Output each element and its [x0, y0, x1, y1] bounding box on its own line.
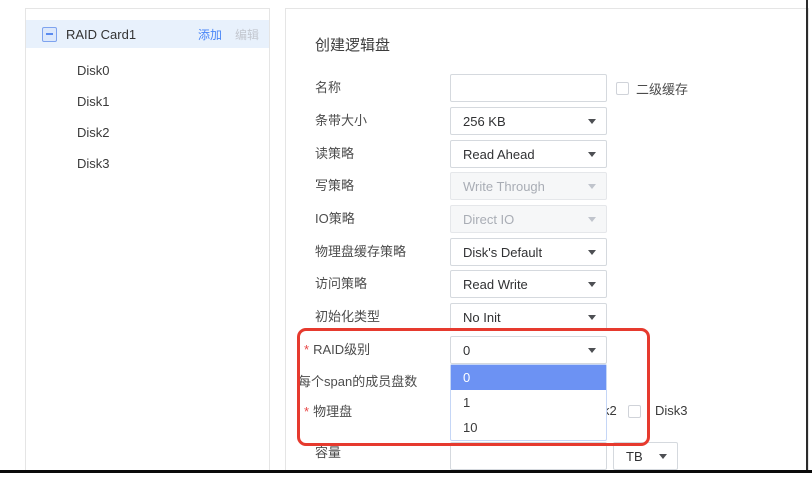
- raid-tree-panel: RAID Card1 添加 编辑 Disk0 Disk1 Disk2 Disk3: [25, 8, 270, 471]
- frame-bottom-border: [0, 470, 812, 473]
- read-policy-value: Read Ahead: [463, 147, 535, 162]
- span-members-label: 每个span的成员盘数: [298, 368, 417, 396]
- chevron-down-icon: [588, 184, 596, 189]
- raid-level-label: * RAID级别: [304, 336, 370, 364]
- init-type-label: 初始化类型: [315, 303, 380, 331]
- sidebar-item-disk3[interactable]: Disk3: [26, 150, 269, 178]
- io-policy-select: Direct IO: [450, 205, 607, 233]
- capacity-unit-value: TB: [626, 449, 643, 464]
- raid-level-value: 0: [463, 343, 470, 358]
- stripe-size-value: 256 KB: [463, 114, 506, 129]
- init-type-select[interactable]: No Init: [450, 303, 607, 331]
- access-policy-value: Read Write: [463, 277, 528, 292]
- raid-level-option-0[interactable]: 0: [451, 365, 606, 390]
- raid-level-option-1[interactable]: 1: [451, 390, 606, 415]
- name-input[interactable]: [450, 74, 607, 102]
- capacity-input[interactable]: [450, 442, 607, 470]
- sidebar-item-disk0[interactable]: Disk0: [26, 57, 269, 85]
- io-policy-label: IO策略: [315, 205, 355, 233]
- secondary-cache-label: 二级缓存: [636, 79, 688, 98]
- stripe-size-label: 条带大小: [315, 107, 367, 135]
- collapse-minus-icon[interactable]: [42, 27, 57, 42]
- raid-level-option-10[interactable]: 10: [451, 415, 606, 440]
- page-title: 创建逻辑盘: [315, 34, 390, 55]
- chevron-down-icon: [588, 152, 596, 157]
- read-policy-label: 读策略: [315, 140, 354, 168]
- chevron-down-icon: [588, 119, 596, 124]
- secondary-cache-checkbox[interactable]: [616, 82, 629, 95]
- disk-cache-policy-select[interactable]: Disk's Default: [450, 238, 607, 266]
- chevron-down-icon: [588, 217, 596, 222]
- secondary-cache-option: 二级缓存: [616, 74, 688, 102]
- disk-cache-policy-value: Disk's Default: [463, 245, 542, 260]
- raid-card-label: RAID Card1: [66, 27, 198, 42]
- capacity-label: 容量: [315, 439, 341, 467]
- disk3-checkbox[interactable]: [628, 405, 641, 418]
- raid-level-label-text: RAID级别: [313, 342, 370, 357]
- access-policy-label: 访问策略: [315, 270, 367, 298]
- chevron-down-icon: [659, 454, 667, 459]
- write-policy-value: Write Through: [463, 179, 545, 194]
- name-label: 名称: [315, 74, 341, 102]
- write-policy-select: Write Through: [450, 172, 607, 200]
- write-policy-label: 写策略: [315, 172, 354, 200]
- disk3-label[interactable]: Disk3: [655, 403, 688, 418]
- raid-level-select[interactable]: 0: [450, 336, 607, 364]
- init-type-value: No Init: [463, 310, 501, 325]
- access-policy-select[interactable]: Read Write: [450, 270, 607, 298]
- capacity-unit-select[interactable]: TB: [613, 442, 678, 470]
- add-link[interactable]: 添加: [198, 26, 222, 43]
- edit-link[interactable]: 编辑: [235, 26, 259, 43]
- chevron-down-icon: [588, 250, 596, 255]
- raid-card-row[interactable]: RAID Card1 添加 编辑: [26, 20, 269, 48]
- raid-level-dropdown-list: 0 1 10: [450, 364, 607, 441]
- read-policy-select[interactable]: Read Ahead: [450, 140, 607, 168]
- disk-cache-policy-label: 物理盘缓存策略: [315, 238, 406, 266]
- frame-right-border: [806, 0, 808, 473]
- required-asterisk: *: [304, 342, 309, 357]
- chevron-down-icon: [588, 282, 596, 287]
- sidebar-item-disk2[interactable]: Disk2: [26, 119, 269, 147]
- sidebar-item-disk1[interactable]: Disk1: [26, 88, 269, 116]
- chevron-down-icon: [588, 348, 596, 353]
- io-policy-value: Direct IO: [463, 212, 514, 227]
- create-logical-disk-panel: 创建逻辑盘 名称 二级缓存 条带大小 256 KB 读策略 Read Ahead…: [285, 8, 809, 471]
- stripe-size-select[interactable]: 256 KB: [450, 107, 607, 135]
- chevron-down-icon: [588, 315, 596, 320]
